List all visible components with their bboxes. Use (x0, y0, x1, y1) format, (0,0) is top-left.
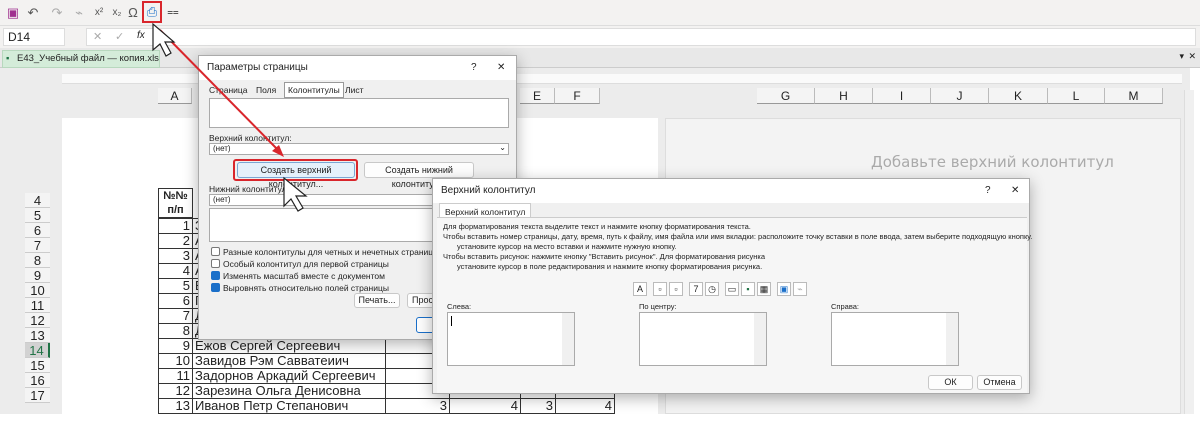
mouse-cursor-icon (152, 22, 176, 57)
red-arrow (159, 29, 281, 153)
mouse-cursor-icon (283, 176, 308, 212)
annotation-overlay (152, 22, 308, 212)
